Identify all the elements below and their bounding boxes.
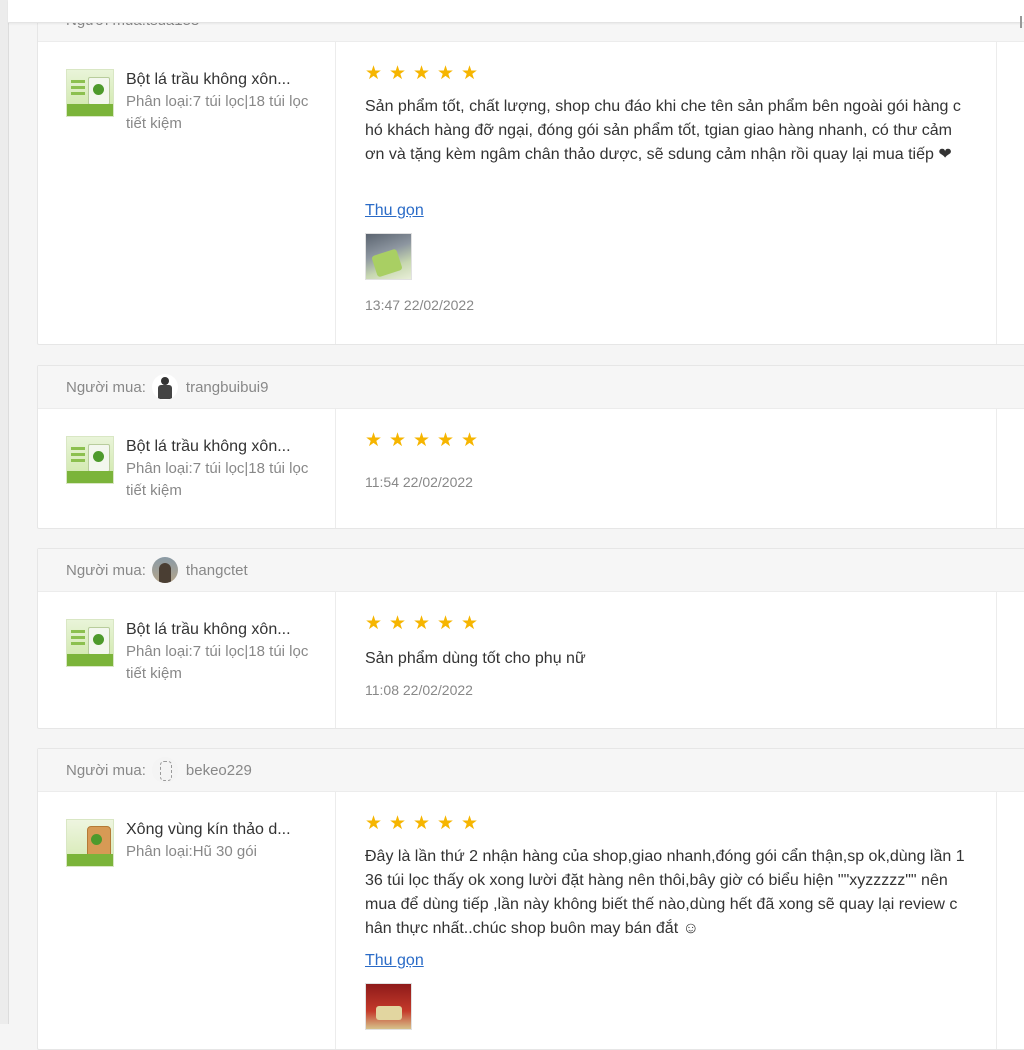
star-icon: ★ — [437, 430, 455, 451]
buyer-label: Người mua: — [66, 561, 146, 579]
review-image[interactable] — [365, 233, 412, 280]
product-name[interactable]: Bột lá trầu không xôn... — [126, 619, 326, 641]
star-rating: ★ ★ ★ ★ ★ — [365, 430, 485, 452]
review-body: Bột lá trầu không xôn... Phân loại:7 túi… — [38, 591, 1024, 728]
product-thumbnail[interactable] — [66, 819, 114, 867]
column-divider — [335, 41, 336, 344]
review-time: 11:54 22/02/2022 — [365, 474, 473, 490]
star-icon: ★ — [413, 813, 431, 834]
product-variant: Phân loại:Hũ 30 gói — [126, 843, 257, 860]
avatar-figure — [158, 563, 171, 583]
buyer-avatar[interactable] — [151, 757, 178, 783]
collapse-link[interactable]: Thu gọn — [365, 202, 424, 220]
thumbnail-seal — [93, 84, 104, 95]
review-body: Xông vùng kín thảo d... Phân loại:Hũ 30 … — [38, 791, 1024, 1049]
buyer-avatar[interactable] — [151, 557, 178, 583]
product-variant: Phân loại:7 túi lọc|18 túi lọc tiết kiệm — [126, 93, 309, 132]
product-thumbnail[interactable] — [66, 69, 114, 117]
star-icon: ★ — [365, 613, 383, 634]
buyer-name[interactable]: trangbuibui9 — [186, 379, 269, 396]
review-text: Sản phẩm dùng tốt cho phụ nữ — [365, 650, 586, 667]
thumbnail-lines — [71, 447, 85, 450]
review-text: Sản phẩm tốt, chất lượng, shop chu đáo k… — [365, 98, 961, 163]
product-name[interactable]: Xông vùng kín thảo d... — [126, 819, 326, 841]
review-image-package — [371, 248, 403, 278]
star-icon: ★ — [389, 813, 407, 834]
review-time: 13:47 22/02/2022 — [365, 297, 474, 313]
star-icon: ★ — [461, 813, 479, 834]
review-card: Người mua:tsua158 Bột lá trầu không xôn.… — [37, 0, 1024, 345]
review-image-item — [376, 1006, 402, 1020]
product-variant: Phân loại:7 túi lọc|18 túi lọc tiết kiệm — [126, 643, 309, 682]
top-bar — [8, 0, 1024, 28]
star-icon: ★ — [461, 63, 479, 84]
review-header: Người mua: trangbuibui9 — [38, 366, 1024, 409]
star-icon: ★ — [365, 430, 383, 451]
review-card: Người mua: thangctet Bột lá trầu không x… — [37, 548, 1024, 729]
star-icon: ★ — [461, 430, 479, 451]
thumbnail-grass — [67, 104, 113, 116]
star-icon: ★ — [413, 430, 431, 451]
review-body: Bột lá trầu không xôn... Phân loại:7 túi… — [38, 408, 1024, 528]
column-divider — [335, 791, 336, 1049]
star-icon: ★ — [461, 613, 479, 634]
review-card: Người mua: trangbuibui9 Bột lá trầu khôn… — [37, 365, 1024, 529]
star-icon: ★ — [413, 613, 431, 634]
buyer-name[interactable]: thangctet — [186, 562, 248, 579]
star-icon: ★ — [413, 63, 431, 84]
star-icon: ★ — [389, 63, 407, 84]
thumbnail-lines — [71, 80, 85, 83]
star-icon: ★ — [389, 430, 407, 451]
review-header: Người mua: thangctet — [38, 549, 1024, 592]
column-divider — [335, 408, 336, 528]
product-variant: Phân loại:7 túi lọc|18 túi lọc tiết kiệm — [126, 460, 309, 499]
page-left-border — [0, 0, 9, 1024]
star-rating: ★ ★ ★ ★ ★ — [365, 613, 485, 635]
buyer-name[interactable]: bekeo229 — [186, 762, 252, 779]
avatar-head — [160, 377, 169, 385]
column-divider — [996, 41, 997, 344]
thumbnail-grass — [67, 471, 113, 483]
star-icon: ★ — [389, 613, 407, 634]
star-rating: ★ ★ ★ ★ ★ — [365, 813, 485, 835]
top-bar-edge-mark — [1020, 16, 1022, 28]
thumbnail-lines — [71, 630, 85, 633]
review-body: Bột lá trầu không xôn... Phân loại:7 túi… — [38, 41, 1024, 344]
thumbnail-seal — [93, 634, 104, 645]
product-name[interactable]: Bột lá trầu không xôn... — [126, 69, 326, 91]
buyer-avatar[interactable] — [151, 374, 178, 400]
buyer-label: Người mua: — [66, 761, 146, 779]
review-image[interactable] — [365, 983, 412, 1030]
column-divider — [335, 591, 336, 728]
star-icon: ★ — [365, 63, 383, 84]
product-thumbnail[interactable] — [66, 436, 114, 484]
column-divider — [996, 791, 997, 1049]
thumbnail-grass — [67, 854, 113, 866]
column-divider — [996, 591, 997, 728]
review-time: 11:08 22/02/2022 — [365, 682, 473, 698]
star-icon: ★ — [365, 813, 383, 834]
product-thumbnail[interactable] — [66, 619, 114, 667]
star-icon: ★ — [437, 63, 455, 84]
avatar-figure — [159, 761, 172, 781]
star-icon: ★ — [437, 613, 455, 634]
product-name[interactable]: Bột lá trầu không xôn... — [126, 436, 326, 458]
thumbnail-seal — [93, 451, 104, 462]
review-card: Người mua: bekeo229 Xông vùng kín thảo d… — [37, 748, 1024, 1050]
collapse-link[interactable]: Thu gọn — [365, 952, 424, 970]
review-text: Đây là lần thứ 2 nhận hàng của shop,giao… — [365, 848, 965, 937]
column-divider — [996, 408, 997, 528]
star-rating: ★ ★ ★ ★ ★ — [365, 63, 485, 85]
thumbnail-grass — [67, 654, 113, 666]
avatar-body — [157, 385, 172, 399]
buyer-label: Người mua: — [66, 378, 146, 396]
thumbnail-seal — [91, 834, 102, 845]
star-icon: ★ — [437, 813, 455, 834]
review-header: Người mua: bekeo229 — [38, 749, 1024, 792]
